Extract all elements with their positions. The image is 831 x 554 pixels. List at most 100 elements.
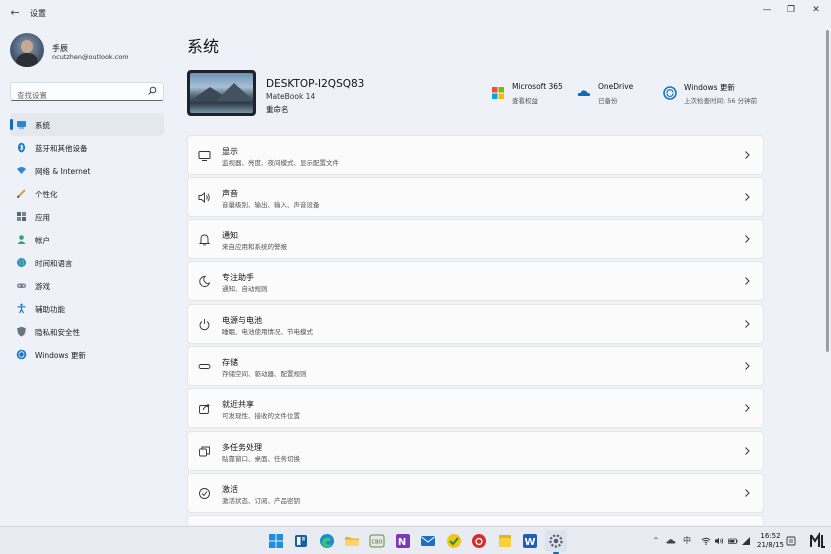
word-icon[interactable]: W: [522, 533, 538, 549]
setting-card-power[interactable]: 电源与电池 睡眠、电池使用情况、节电模式: [187, 304, 764, 344]
chevron-right-icon: [745, 489, 750, 497]
sidebar-item-label: 帐户: [35, 236, 50, 245]
card-subtitle: 睡眠、电池使用情况、节电模式: [222, 328, 313, 336]
chevron-right-icon: [745, 151, 750, 159]
personalization-icon: [17, 189, 26, 198]
sidebar-item-windows-update[interactable]: Windows 更新: [10, 343, 164, 366]
wifi-icon[interactable]: [701, 536, 711, 546]
sidebar-item-label: Windows 更新: [35, 351, 86, 360]
settings-icon[interactable]: [548, 533, 564, 549]
setting-card-nearby-sharing[interactable]: 就近共享 可发现性、接收的文件位置: [187, 388, 764, 428]
sidebar-item-label: 网络 & Internet: [35, 167, 91, 176]
sidebar-item-label: 应用: [35, 213, 50, 222]
chevron-right-icon: [745, 277, 750, 285]
chevron-right-icon: [745, 404, 750, 412]
chevron-right-icon: [745, 447, 750, 455]
chevron-right-icon: [745, 235, 750, 243]
onedrive-icon: [577, 90, 591, 96]
search-box[interactable]: [10, 82, 164, 104]
microsoft365-icon: [492, 87, 504, 99]
chevron-right-icon: [745, 193, 750, 201]
chevron-right-icon: [745, 362, 750, 370]
profile-email: ncutzhen@outlook.com: [52, 53, 129, 61]
chevron-right-icon: [745, 320, 750, 328]
clock-date: 21/8/15: [757, 541, 784, 549]
edge-icon[interactable]: [319, 533, 335, 549]
card-subtitle: 激活状态、订阅、产品密钥: [222, 497, 300, 505]
setting-card-focus-assist[interactable]: 专注助手 通知、自动规则: [187, 261, 764, 301]
sidebar-item-bluetooth[interactable]: 蓝牙和其他设备: [10, 136, 164, 159]
title-bar: ← 设置 — ❐ ✕: [0, 0, 831, 28]
power-icon: [199, 319, 210, 331]
windows-update-icon: [16, 349, 27, 360]
focus-assist-icon: [199, 276, 211, 287]
setting-card-notifications[interactable]: 通知 来自应用和系统的警报: [187, 219, 764, 259]
card-title: 通知: [222, 231, 238, 240]
setting-card-sound[interactable]: 声音 音量级别、输出、输入、声音设备: [187, 177, 764, 217]
avatar[interactable]: [10, 33, 44, 67]
service-subtitle: 已备份: [598, 97, 618, 105]
volume-icon[interactable]: [714, 536, 724, 546]
minimize-icon[interactable]: —: [759, 4, 775, 16]
sidebar-nav: 系统 蓝牙和其他设备 网络 & Internet 个性化 应用 帐户 时间和语言…: [10, 113, 164, 366]
setting-card-activation[interactable]: 激活 激活状态、订阅、产品密钥: [187, 473, 764, 513]
close-icon[interactable]: ✕: [808, 4, 824, 16]
netease-music-icon[interactable]: [471, 533, 487, 549]
card-title: 就近共享: [222, 400, 254, 409]
onedrive-icon[interactable]: [666, 536, 676, 546]
start-icon[interactable]: [268, 533, 284, 549]
back-arrow-icon[interactable]: ←: [8, 6, 22, 20]
sidebar-item-label: 个性化: [35, 190, 58, 199]
taskbar: CBO N W ⌃ 中 16:52 21/8/15: [0, 526, 831, 554]
search-icon[interactable]: [147, 86, 157, 96]
rename-link[interactable]: 重命名: [266, 104, 289, 115]
clock[interactable]: 16:52 21/8/15: [757, 532, 784, 550]
app-icon[interactable]: [446, 533, 462, 549]
widgets-icon[interactable]: [293, 533, 309, 549]
time-language-icon: [17, 258, 26, 267]
svg-text:N: N: [398, 537, 406, 548]
network-icon: [17, 167, 26, 174]
chevron-up-icon[interactable]: ⌃: [651, 536, 661, 546]
sidebar-item-network[interactable]: 网络 & Internet: [10, 159, 164, 182]
sidebar-item-label: 系统: [35, 121, 50, 130]
setting-card-multitasking[interactable]: 多任务处理 贴靠窗口、桌面、任务切换: [187, 431, 764, 471]
account-icon: [17, 235, 26, 244]
windows-update-icon: [663, 86, 677, 100]
sidebar-item-personalization[interactable]: 个性化: [10, 182, 164, 205]
mail-icon[interactable]: [420, 533, 436, 549]
svg-text:CBO: CBO: [372, 540, 383, 546]
file-explorer-icon[interactable]: [344, 533, 360, 549]
network-status-icon[interactable]: [741, 536, 751, 546]
sidebar-item-privacy[interactable]: 隐私和安全性: [10, 320, 164, 343]
sidebar-item-gaming[interactable]: 游戏: [10, 274, 164, 297]
setting-card-display[interactable]: 显示 监视器、亮度、夜间模式、显示配置文件: [187, 135, 764, 175]
sticky-notes-icon[interactable]: [497, 533, 513, 549]
battery-icon[interactable]: [728, 536, 738, 546]
card-title: 电源与电池: [222, 316, 262, 325]
notification-center-icon[interactable]: [786, 536, 796, 546]
setting-card-partial[interactable]: [187, 515, 764, 525]
app-icon[interactable]: CBO: [369, 533, 385, 549]
service-title: Microsoft 365: [512, 82, 563, 91]
onenote-icon[interactable]: N: [395, 533, 411, 549]
search-input[interactable]: [11, 87, 141, 104]
sidebar-item-label: 游戏: [35, 282, 50, 291]
sidebar-item-time-language[interactable]: 时间和语言: [10, 251, 164, 274]
ime-indicator[interactable]: 中: [682, 536, 692, 546]
sidebar-item-apps[interactable]: 应用: [10, 205, 164, 228]
sidebar-item-accessibility[interactable]: 辅助功能: [10, 297, 164, 320]
device-image: [187, 70, 256, 116]
sidebar-item-label: 蓝牙和其他设备: [35, 144, 88, 153]
sidebar-item-label: 隐私和安全性: [35, 328, 80, 337]
page-title: 系统: [187, 37, 220, 56]
sidebar-item-system[interactable]: 系统: [10, 113, 164, 136]
sidebar-item-accounts[interactable]: 帐户: [10, 228, 164, 251]
device-model: MateBook 14: [266, 92, 316, 101]
setting-card-storage[interactable]: 存储 存储空间、驱动器、配置规则: [187, 346, 764, 386]
svg-text:W: W: [524, 537, 535, 548]
scrollbar[interactable]: [826, 30, 829, 352]
maximize-icon[interactable]: ❐: [783, 4, 799, 16]
settings-list: 显示 监视器、亮度、夜间模式、显示配置文件 声音 音量级别、输出、输入、声音设备…: [187, 135, 764, 525]
gaming-icon: [17, 283, 26, 288]
